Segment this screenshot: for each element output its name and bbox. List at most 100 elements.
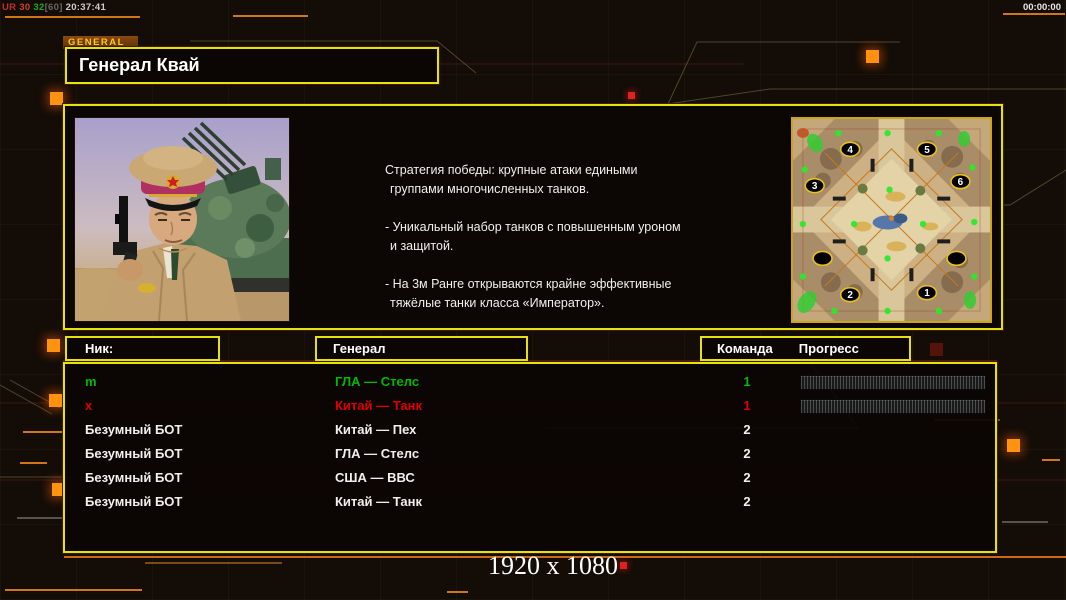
spawn-point-marker: 5 [916, 141, 938, 158]
general-description: Стратегия победы: крупные атаки едиными г… [385, 161, 730, 332]
supply-dock-marker [919, 220, 927, 228]
decor-dash [5, 589, 142, 591]
player-nick: x [85, 398, 93, 413]
map-preview: 4 5 3 6 2 1 [791, 117, 992, 323]
decor-square [1007, 439, 1020, 452]
description-paragraph: Стратегия победы: крупные атаки едиными г… [385, 161, 730, 199]
supply-dock-marker [935, 307, 942, 315]
svg-text:4: 4 [847, 145, 853, 156]
supply-dock-marker [884, 129, 891, 137]
resolution-label: 1920 x 1080 [488, 551, 618, 580]
decor-dash [233, 15, 308, 17]
spawn-point-marker [812, 250, 833, 267]
decor-dash [5, 16, 140, 18]
player-nick: Безумный БОТ [85, 470, 183, 485]
player-team: 1 [743, 398, 751, 413]
supply-dock-marker [884, 307, 891, 315]
svg-text:5: 5 [924, 145, 930, 156]
spawn-point-marker [946, 250, 967, 267]
general-portrait-illustration [75, 118, 289, 321]
description-line: - На 3м Ранге открываются крайне эффекти… [385, 277, 672, 291]
supply-dock-marker [969, 164, 976, 171]
svg-text:6: 6 [958, 177, 964, 188]
header-progress-label: Прогресс [798, 341, 859, 356]
description-line: группами многочисленных танков. [390, 182, 590, 196]
player-team: 2 [743, 494, 751, 509]
column-header-nick: Ник: [65, 336, 220, 361]
description-line: тяжёлые танки класса «Император». [390, 296, 605, 310]
player-team: 2 [743, 446, 751, 461]
supply-dock-marker [850, 220, 858, 228]
player-nick: Безумный БОТ [85, 494, 183, 509]
general-info-panel: Стратегия победы: крупные атаки едиными г… [63, 104, 1003, 330]
general-name: Генерал Квай [79, 55, 200, 75]
debug-clock: 20:37:41 [65, 2, 107, 13]
decor-square-darkred [930, 343, 943, 356]
supply-dock-marker [801, 166, 809, 173]
decor-square [50, 92, 63, 105]
player-team: 2 [743, 422, 751, 437]
players-table: m ГЛА — Стелс 1 x Китай — Танк 1 Безумный БОТ К… [63, 362, 997, 553]
player-nick: Безумный БОТ [85, 446, 183, 461]
header-team-label: Команда [717, 341, 773, 356]
column-header-general: Генерал [315, 336, 528, 361]
description-line: - Уникальный набор танков с повышенным у… [385, 220, 681, 234]
decor-dash [1003, 13, 1065, 15]
spawn-point-marker: 4 [839, 141, 861, 158]
decor-dash [1042, 459, 1060, 461]
player-row: Безумный БОТ Китай — Пех 2 [65, 418, 995, 442]
supply-dock-marker [971, 218, 978, 226]
player-general: ГЛА — Стелс [335, 446, 420, 461]
debug-fps-current: 30 [19, 2, 31, 13]
decor-dash-gray [17, 517, 62, 519]
player-row: x Китай — Танк 1 [65, 394, 995, 418]
debug-fps-avg: 32 [33, 2, 45, 13]
player-general: Китай — Танк [335, 398, 422, 413]
player-general: Китай — Танк [335, 494, 422, 509]
fps-debug-readout: UR 30 32[60] 20:37:41 [2, 2, 106, 13]
header-general-label: Генерал [333, 341, 386, 356]
match-timer: 00:00:00 [1022, 2, 1061, 13]
general-name-box: Генерал Квай [65, 47, 439, 84]
spawn-point-marker: 3 [804, 177, 825, 194]
decor-dash [447, 591, 468, 593]
player-team: 1 [743, 374, 751, 389]
load-progress-bar [800, 375, 986, 390]
column-header-team-progress: Команда Прогресс [700, 336, 911, 361]
decor-square [49, 394, 62, 407]
load-progress-bar [800, 399, 986, 414]
player-nick: Безумный БОТ [85, 422, 183, 437]
player-row: Безумный БОТ ГЛА — Стелс 2 [65, 442, 995, 466]
spawn-point-marker: 6 [950, 173, 971, 190]
game-loading-screen: UR 30 32[60] 20:37:41 00:00:00 GENERAL Г… [0, 0, 1066, 600]
supply-dock-marker [799, 273, 807, 280]
svg-text:2: 2 [847, 290, 853, 301]
svg-text:3: 3 [812, 181, 818, 192]
decor-square [866, 50, 879, 63]
spawn-point-marker: 1 [916, 284, 938, 301]
decor-dash-gray [1002, 521, 1048, 523]
header-nick-label: Ник: [85, 341, 114, 356]
player-row: Безумный БОТ Китай — Танк 2 [65, 490, 995, 514]
decor-square-red [628, 92, 635, 99]
supply-dock-marker [971, 273, 978, 280]
player-nick: m [85, 374, 97, 389]
description-line: Стратегия победы: крупные атаки едиными [385, 163, 638, 177]
supply-dock-marker [799, 220, 807, 228]
general-portrait [74, 117, 290, 322]
decor-dash [20, 462, 47, 464]
spawn-point-marker: 2 [839, 286, 861, 303]
description-paragraph: - Уникальный набор танков с повышенным у… [385, 218, 730, 256]
player-team: 2 [743, 470, 751, 485]
supply-dock-marker [884, 255, 891, 262]
decor-square [47, 339, 60, 352]
supply-dock-marker [886, 186, 893, 193]
decor-dash [23, 431, 65, 433]
supply-dock-marker [835, 129, 842, 137]
supply-dock-marker [935, 129, 942, 137]
supply-dock-marker [831, 307, 838, 315]
player-general: США — ВВС [335, 470, 415, 485]
description-line: и защитой. [390, 239, 454, 253]
debug-fps-cap: [60] [44, 2, 63, 13]
svg-text:1: 1 [924, 288, 930, 299]
